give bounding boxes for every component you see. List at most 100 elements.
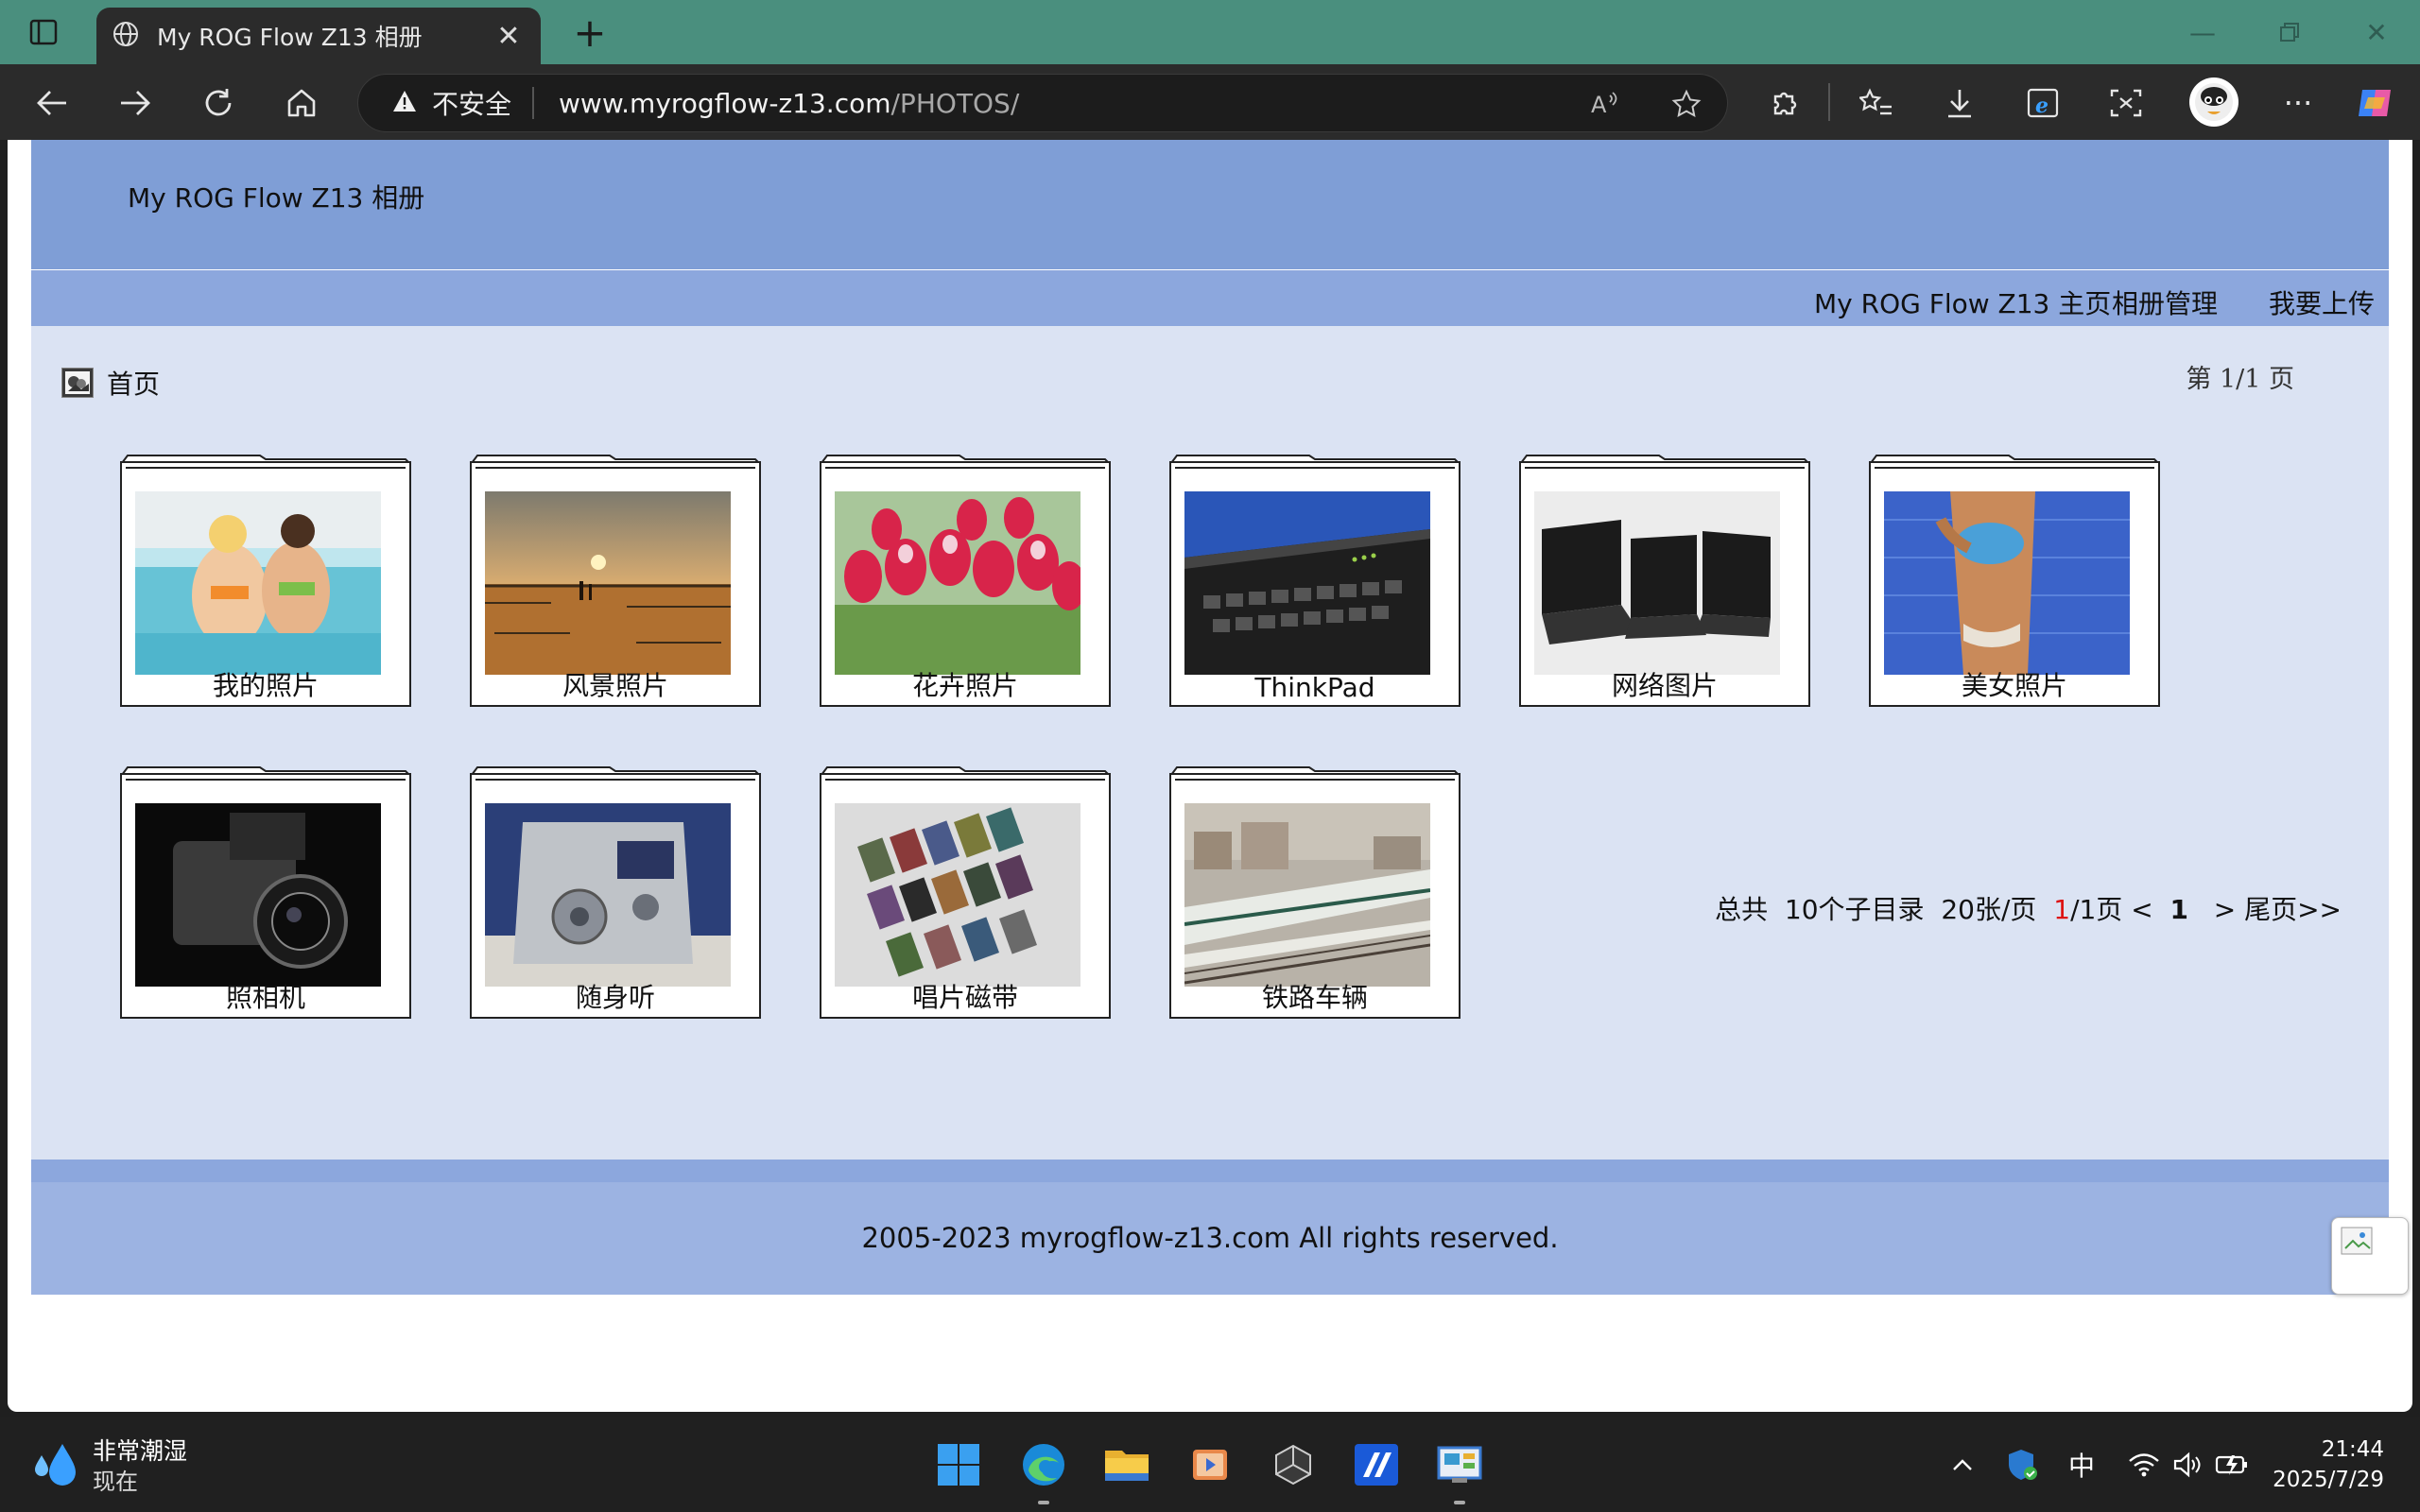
camera-icon[interactable]: [135, 803, 381, 987]
album-label[interactable]: 铁路车辆: [1171, 977, 1459, 1015]
download-icon[interactable]: [1936, 79, 1983, 127]
album-label[interactable]: 随身听: [472, 977, 759, 1015]
file-explorer-icon[interactable]: [1100, 1438, 1153, 1491]
pager-prev-link[interactable]: <: [2131, 894, 2152, 925]
toolbar-divider: [1828, 83, 1830, 121]
extensions-icon[interactable]: [1760, 79, 1807, 127]
weather-time: 现在: [93, 1469, 138, 1495]
album-folder[interactable]: 网络图片: [1519, 452, 1810, 707]
sunset-icon[interactable]: [485, 491, 731, 675]
pager-last-link[interactable]: 尾页>>: [2244, 894, 2342, 925]
minidisc-icon[interactable]: [485, 803, 731, 987]
pager-next-link[interactable]: >: [2214, 894, 2236, 925]
volume-icon[interactable]: [2169, 1444, 2206, 1486]
breadcrumb: 首页: [61, 364, 160, 402]
forward-icon[interactable]: [112, 79, 159, 127]
favorite-star-icon[interactable]: [1667, 84, 1706, 124]
start-menu-icon[interactable]: [932, 1438, 985, 1491]
site-title: My ROG Flow Z13 相册: [128, 182, 425, 214]
album-folder[interactable]: 随身听: [470, 764, 761, 1019]
read-aloud-icon[interactable]: A: [1585, 84, 1625, 124]
album-folder[interactable]: 我的照片: [120, 452, 411, 707]
security-shield-icon[interactable]: [2004, 1444, 2042, 1486]
album-folder[interactable]: 铁路车辆: [1169, 764, 1461, 1019]
album-label[interactable]: 网络图片: [1521, 665, 1808, 703]
restore-icon[interactable]: [2261, 9, 2318, 55]
ime-indicator[interactable]: 中: [2061, 1444, 2102, 1486]
screenshot-icon[interactable]: [2102, 79, 2150, 127]
breadcrumb-home-link[interactable]: 首页: [107, 364, 160, 402]
ie-mode-icon[interactable]: e: [2019, 79, 2066, 127]
nav-album-manage-link[interactable]: 相册管理: [2112, 284, 2218, 321]
album-label[interactable]: 花卉照片: [821, 665, 1109, 703]
insecure-label[interactable]: 不安全: [432, 84, 511, 122]
svg-text:A: A: [1591, 92, 1607, 118]
favorites-list-icon[interactable]: [1853, 79, 1900, 127]
site-header: My ROG Flow Z13 相册: [31, 140, 2389, 269]
weather-condition: 非常潮湿: [93, 1437, 188, 1465]
train-icon[interactable]: [1184, 803, 1430, 987]
album-folder[interactable]: 照相机: [120, 764, 411, 1019]
site-footer: 2005-2023 myrogflow-z13.com All rights r…: [31, 1182, 2389, 1295]
pool-icon[interactable]: [135, 491, 381, 675]
nav-home-link[interactable]: My ROG Flow Z13 主页: [1814, 284, 2111, 321]
album-folder[interactable]: 唱片磁带: [820, 764, 1111, 1019]
broken-image-icon[interactable]: [2331, 1217, 2409, 1295]
laptops-icon[interactable]: [1534, 491, 1780, 675]
browser-toolbar: 不安全 www.myrogflow-z13.com/PHOTOS/ A e ··…: [0, 64, 2420, 140]
close-tab-icon[interactable]: ✕: [492, 20, 526, 53]
album-label[interactable]: ThinkPad: [1171, 672, 1459, 703]
tulips-icon[interactable]: [835, 491, 1080, 675]
page-indicator: 第 1/1 页: [2186, 365, 2294, 394]
footer-strip: [31, 1160, 2389, 1182]
weather-widget[interactable]: 非常潮湿 现在: [32, 1436, 187, 1497]
site-nav: My ROG Flow Z13 主页 相册管理 我要上传: [31, 270, 2389, 326]
more-icon[interactable]: ···: [2274, 79, 2322, 127]
windows-taskbar: 非常潮湿 现在 中 21:44 2025/7/29: [0, 1418, 2420, 1512]
back-icon[interactable]: [28, 79, 76, 127]
laptop-keyboard-icon[interactable]: [1184, 491, 1430, 675]
album-label[interactable]: 照相机: [122, 977, 409, 1015]
album-label[interactable]: 唱片磁带: [821, 977, 1109, 1015]
browser-tab[interactable]: My ROG Flow Z13 相册 ✕: [96, 8, 541, 64]
album-folder[interactable]: ThinkPad: [1169, 452, 1461, 707]
system-clock[interactable]: 21:44 2025/7/29: [2273, 1435, 2384, 1495]
terminal-app-icon[interactable]: [1350, 1438, 1403, 1491]
address-bar[interactable]: 不安全 www.myrogflow-z13.com/PHOTOS/ A: [357, 74, 1728, 132]
pager-of-pages: /1页: [2070, 894, 2123, 925]
url-path[interactable]: /PHOTOS/: [891, 88, 1020, 119]
humidity-drop-icon: [32, 1440, 79, 1493]
album-label[interactable]: 风景照片: [472, 665, 759, 703]
battery-charging-icon[interactable]: [2212, 1444, 2254, 1486]
album-folder[interactable]: 风景照片: [470, 452, 761, 707]
album-folder[interactable]: 花卉照片: [820, 452, 1111, 707]
cassettes-icon[interactable]: [835, 803, 1080, 987]
globe-icon: [112, 20, 140, 52]
home-icon[interactable]: [278, 79, 325, 127]
control-panel-icon[interactable]: [1433, 1438, 1486, 1491]
pager-total: 总共: [1715, 894, 1769, 925]
tab-actions-icon[interactable]: [21, 13, 66, 51]
pager-page-link[interactable]: 1: [2170, 894, 2188, 925]
warning-icon[interactable]: [392, 88, 417, 119]
copilot-icon[interactable]: [2352, 79, 2399, 127]
album-label[interactable]: 我的照片: [122, 665, 409, 703]
running-indicator: [1038, 1501, 1049, 1504]
chevron-up-icon[interactable]: [1945, 1444, 1979, 1486]
nav-upload-link[interactable]: 我要上传: [2269, 284, 2375, 321]
media-player-icon[interactable]: [1184, 1438, 1236, 1491]
clock-date: 2025/7/29: [2273, 1468, 2384, 1492]
wifi-icon[interactable]: [2125, 1444, 2163, 1486]
refresh-icon[interactable]: [195, 79, 242, 127]
album-label[interactable]: 美女照片: [1871, 665, 2158, 703]
url-host[interactable]: www.myrogflow-z13.com: [559, 88, 890, 119]
beach-icon[interactable]: [1884, 491, 2130, 675]
new-tab-button[interactable]: +: [567, 9, 613, 56]
unity-hub-icon[interactable]: [1267, 1438, 1320, 1491]
profile-avatar[interactable]: [2189, 77, 2238, 127]
album-folder[interactable]: 美女照片: [1869, 452, 2160, 707]
pager-subdirs: 10个子目录: [1784, 894, 1925, 925]
close-window-icon[interactable]: ✕: [2348, 9, 2405, 55]
minimize-icon[interactable]: —: [2174, 9, 2231, 55]
edge-browser-icon[interactable]: [1017, 1438, 1070, 1491]
